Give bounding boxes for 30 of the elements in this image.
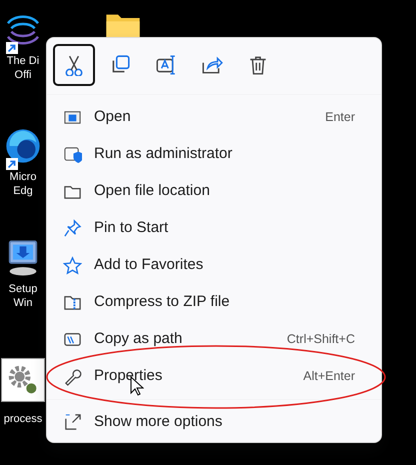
menu-item[interactable]: Run as administrator xyxy=(47,136,381,173)
menu-item[interactable]: Open file location xyxy=(47,173,381,210)
expand-icon xyxy=(63,413,82,432)
desktop-icon-label: Edg xyxy=(13,184,33,198)
shortcut-text: Enter xyxy=(325,109,355,126)
desktop-icon-label: Micro xyxy=(10,170,36,184)
desktop-icon-label: Setup xyxy=(8,282,38,296)
desktop-icon-label: Offi xyxy=(14,68,32,82)
desktop-icon-selection[interactable] xyxy=(1,358,45,402)
shortcut-text: Ctrl+Shift+C xyxy=(286,331,355,348)
rename-icon xyxy=(155,54,177,76)
cut-icon xyxy=(63,54,85,76)
menu-item[interactable]: Open Enter xyxy=(47,99,381,136)
desktop-icon-label: The Di xyxy=(6,54,40,68)
star-icon xyxy=(63,256,82,275)
desktop-icon-label: Win xyxy=(14,296,32,310)
wrench-icon xyxy=(63,367,82,386)
pin-icon xyxy=(63,219,82,238)
menu-item[interactable]: Compress to ZIP file xyxy=(47,284,381,321)
desktop-icon-label: process xyxy=(4,412,42,426)
menu-item[interactable]: Add to Favorites xyxy=(47,247,381,284)
share-icon xyxy=(201,54,223,76)
shortcut-text: Alt+Enter xyxy=(303,368,355,386)
path-icon xyxy=(63,330,82,349)
zip-folder-icon xyxy=(63,293,82,312)
menu-item[interactable]: Show more options xyxy=(47,404,381,441)
shield-icon xyxy=(63,145,82,164)
menu-item[interactable]: Pin to Start xyxy=(47,210,381,247)
menu-item[interactable]: Copy as path Ctrl+Shift+C xyxy=(47,321,381,358)
toolbar-button[interactable] xyxy=(53,44,95,86)
